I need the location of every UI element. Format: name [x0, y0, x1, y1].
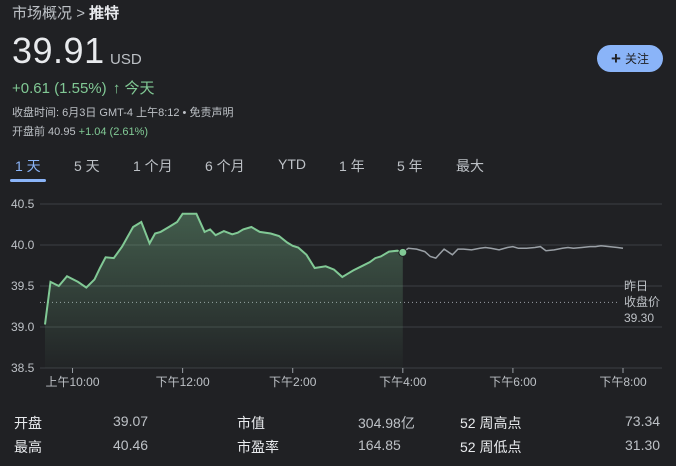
breadcrumb-separator: > — [76, 5, 85, 22]
tab-max[interactable]: 最大 — [456, 156, 484, 176]
stat-label-52wk-low: 52 周低点 — [460, 439, 522, 455]
current-price-marker — [398, 247, 408, 257]
x-tick-label: 下午12:00 — [156, 375, 210, 389]
premarket-change: +1.04 (2.61%) — [78, 126, 149, 138]
y-tick-label: 39.5 — [11, 279, 35, 293]
close-time-info: 收盘时间: 6月3日 GMT-4 上午8:12 • 免责声明 — [12, 107, 234, 119]
breadcrumb: 市场概况 > 推特 — [12, 2, 119, 23]
stat-label-52wk-high: 52 周高点 — [460, 415, 522, 431]
stat-value-pe-ratio: 164.85 — [358, 437, 401, 453]
breadcrumb-parent-link[interactable]: 市场概况 — [12, 5, 72, 22]
active-tab-indicator — [10, 179, 46, 182]
previous-close-label: 昨日 — [624, 279, 648, 293]
stat-label-open: 开盘 — [14, 415, 42, 431]
regular-hours-area — [45, 213, 403, 368]
stat-label-pe-ratio: 市盈率 — [237, 439, 279, 455]
stock-price: 39.91 — [12, 30, 105, 71]
arrow-up-icon: ↑ — [112, 80, 121, 97]
premarket-label: 开盘前 40.95 — [12, 126, 76, 138]
follow-button-label: 关注 — [624, 52, 649, 66]
x-tick-label: 下午2:00 — [269, 375, 317, 389]
x-tick-label: 下午4:00 — [379, 375, 427, 389]
stat-label-high: 最高 — [14, 439, 42, 455]
after-hours-line — [402, 245, 624, 259]
tab-5-day[interactable]: 5 天 — [74, 156, 100, 176]
stat-value-52wk-high: 73.34 — [625, 413, 661, 429]
stat-value-52wk-low: 31.30 — [625, 437, 661, 453]
x-tick-label: 下午6:00 — [489, 375, 537, 389]
price-change-value: +0.61 (1.55%) — [12, 80, 107, 97]
tab-6-month[interactable]: 6 个月 — [205, 156, 245, 176]
premarket-info: 开盘前 40.95 +1.04 (2.61%) — [12, 123, 148, 139]
tab-ytd[interactable]: YTD — [278, 156, 306, 172]
x-tick-label: 下午8:00 — [599, 375, 647, 389]
previous-close-label: 收盘价 — [624, 294, 660, 309]
tab-1-day[interactable]: 1 天 — [15, 156, 41, 176]
tab-1-year[interactable]: 1 年 — [339, 156, 365, 176]
price-change: +0.61 (1.55%) ↑ 今天 — [12, 77, 155, 98]
y-tick-label: 40.5 — [11, 197, 35, 211]
y-tick-label: 40.0 — [11, 238, 35, 252]
x-tick-label: 上午10:00 — [46, 375, 100, 389]
stat-value-market-cap: 304.98亿 — [358, 415, 415, 431]
previous-close-label: 39.30 — [624, 311, 654, 325]
stat-value-open: 39.07 — [113, 413, 149, 429]
y-tick-label: 38.5 — [11, 361, 35, 375]
plus-icon: + — [611, 49, 621, 68]
stat-label-market-cap: 市值 — [237, 415, 265, 431]
tab-1-month[interactable]: 1 个月 — [133, 156, 173, 176]
breadcrumb-current: 推特 — [89, 5, 120, 22]
follow-button[interactable]: + 关注 — [597, 45, 663, 72]
y-tick-label: 39.0 — [11, 320, 35, 334]
tab-5-year[interactable]: 5 年 — [397, 156, 423, 176]
price-chart[interactable]: 40.5 40.0 39.5 39.0 38.5 上午10:00 下午12:00 下午2:0… — [0, 190, 676, 400]
currency-label: USD — [110, 51, 142, 68]
price-change-period: 今天 — [124, 80, 155, 97]
stat-value-high: 40.46 — [113, 437, 149, 453]
